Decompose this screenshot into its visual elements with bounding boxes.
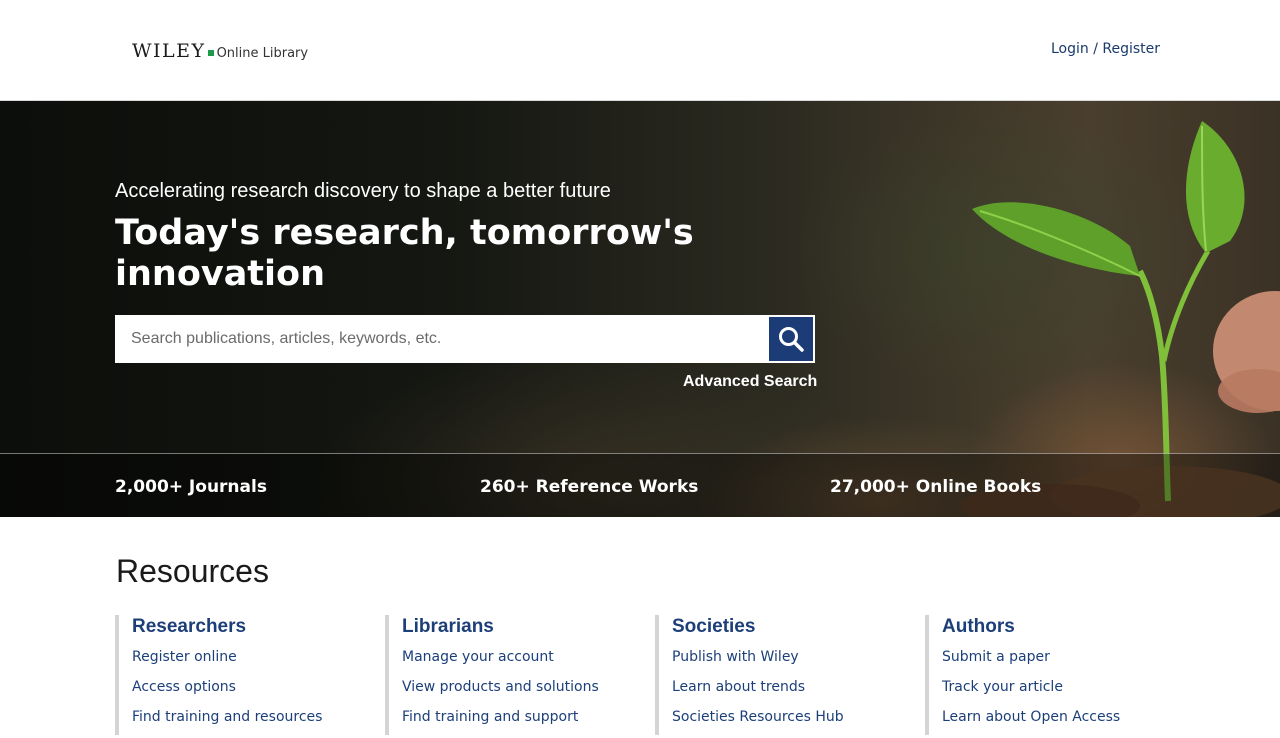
resource-link[interactable]: Access options [132,678,365,708]
hero-banner: Accelerating research discovery to shape… [0,101,1280,517]
advanced-search-link[interactable]: Advanced Search [683,373,817,391]
search-icon [779,327,804,352]
site-header: WILEY Online Library Login / Register [0,0,1280,101]
search-input[interactable] [116,316,769,362]
resource-link[interactable]: Register online [132,648,365,678]
resources-column-librarians: Librarians Manage your account View prod… [385,615,635,735]
resource-link[interactable]: View products and solutions [402,678,635,708]
resource-link[interactable]: Find training and support [402,708,635,738]
resource-link[interactable]: Manage your account [402,648,635,678]
resource-link[interactable]: Learn about Open Access [942,708,1175,738]
resource-link[interactable]: Publish with Wiley [672,648,905,678]
login-register-label[interactable]: Login / Register [1051,41,1160,57]
resources-heading: Resources [116,553,269,589]
stat-journals[interactable]: 2,000+ Journals [115,477,267,497]
column-heading[interactable]: Authors [942,616,1175,638]
hero-title: Today's research, tomorrow's innovation [115,213,694,294]
column-heading[interactable]: Librarians [402,616,635,638]
resources-column-societies: Societies Publish with Wiley Learn about… [655,615,905,735]
column-heading[interactable]: Societies [672,616,905,638]
logo-brand: WILEY [132,40,206,62]
stat-reference-works[interactable]: 260+ Reference Works [480,477,698,497]
login-register-link[interactable]: Login / Register [1051,41,1160,57]
resource-link[interactable]: Submit a paper [942,648,1175,678]
resources-column-authors: Authors Submit a paper Track your articl… [925,615,1175,735]
search-button[interactable] [769,317,813,361]
green-square-icon [207,50,214,56]
column-heading[interactable]: Researchers [132,616,365,638]
resources-column-researchers: Researchers Register online Access optio… [115,615,365,735]
search-bar [115,315,815,363]
hero-subtitle: Accelerating research discovery to shape… [115,180,611,202]
wiley-online-library-logo[interactable]: WILEY Online Library [132,40,308,62]
resource-link[interactable]: Societies Resources Hub [672,708,905,738]
resource-link[interactable]: Learn about trends [672,678,905,708]
resource-link[interactable]: Track your article [942,678,1175,708]
stat-online-books[interactable]: 27,000+ Online Books [830,477,1041,497]
logo-product: Online Library [216,46,309,61]
resource-link[interactable]: Find training and resources [132,708,365,738]
